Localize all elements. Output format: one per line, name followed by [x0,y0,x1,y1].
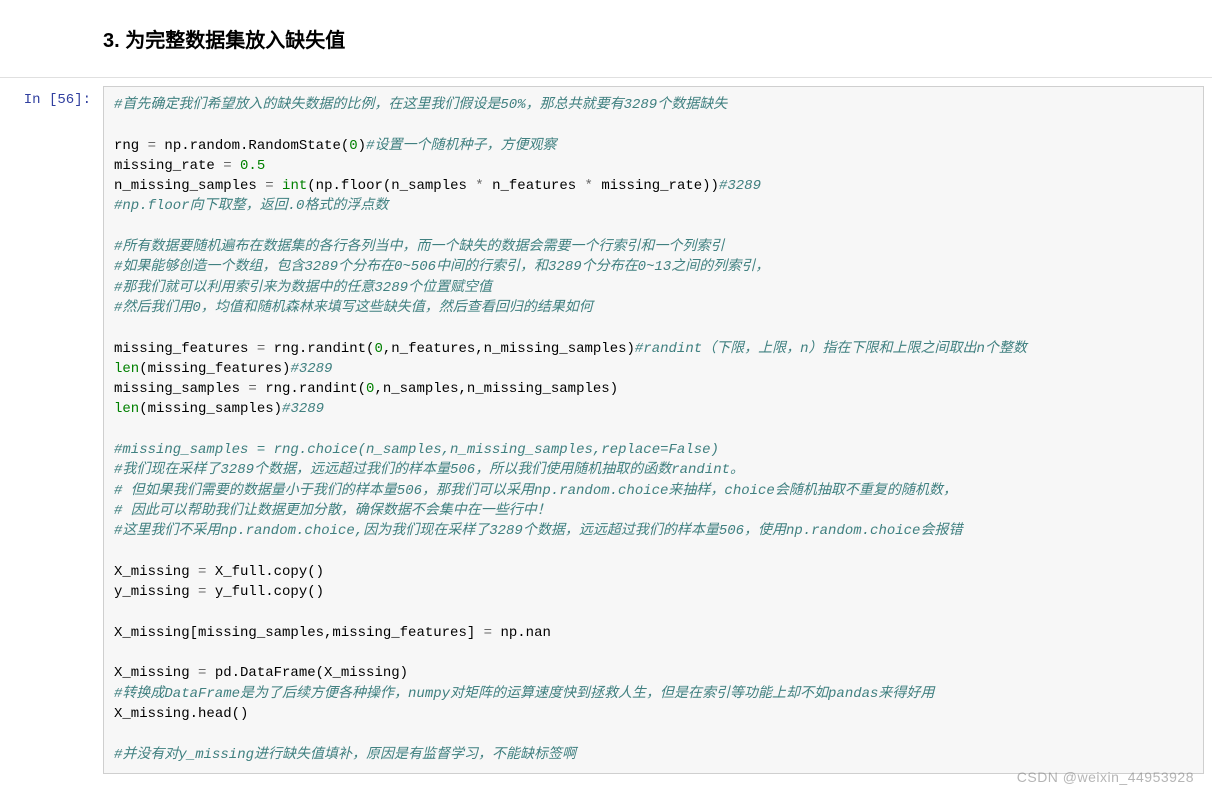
watermark: CSDN @weixin_44953928 [1017,769,1194,785]
section-heading: 3. 为完整数据集放入缺失值 [103,20,1212,57]
code-content: #首先确定我们希望放入的缺失数据的比例，在这里我们假设是50%，那总共就要有32… [114,95,1193,765]
code-input-area[interactable]: #首先确定我们希望放入的缺失数据的比例，在这里我们假设是50%，那总共就要有32… [103,86,1204,774]
code-cell: In [56]: #首先确定我们希望放入的缺失数据的比例，在这里我们假设是50%… [0,78,1212,774]
input-prompt: In [56]: [0,86,103,108]
